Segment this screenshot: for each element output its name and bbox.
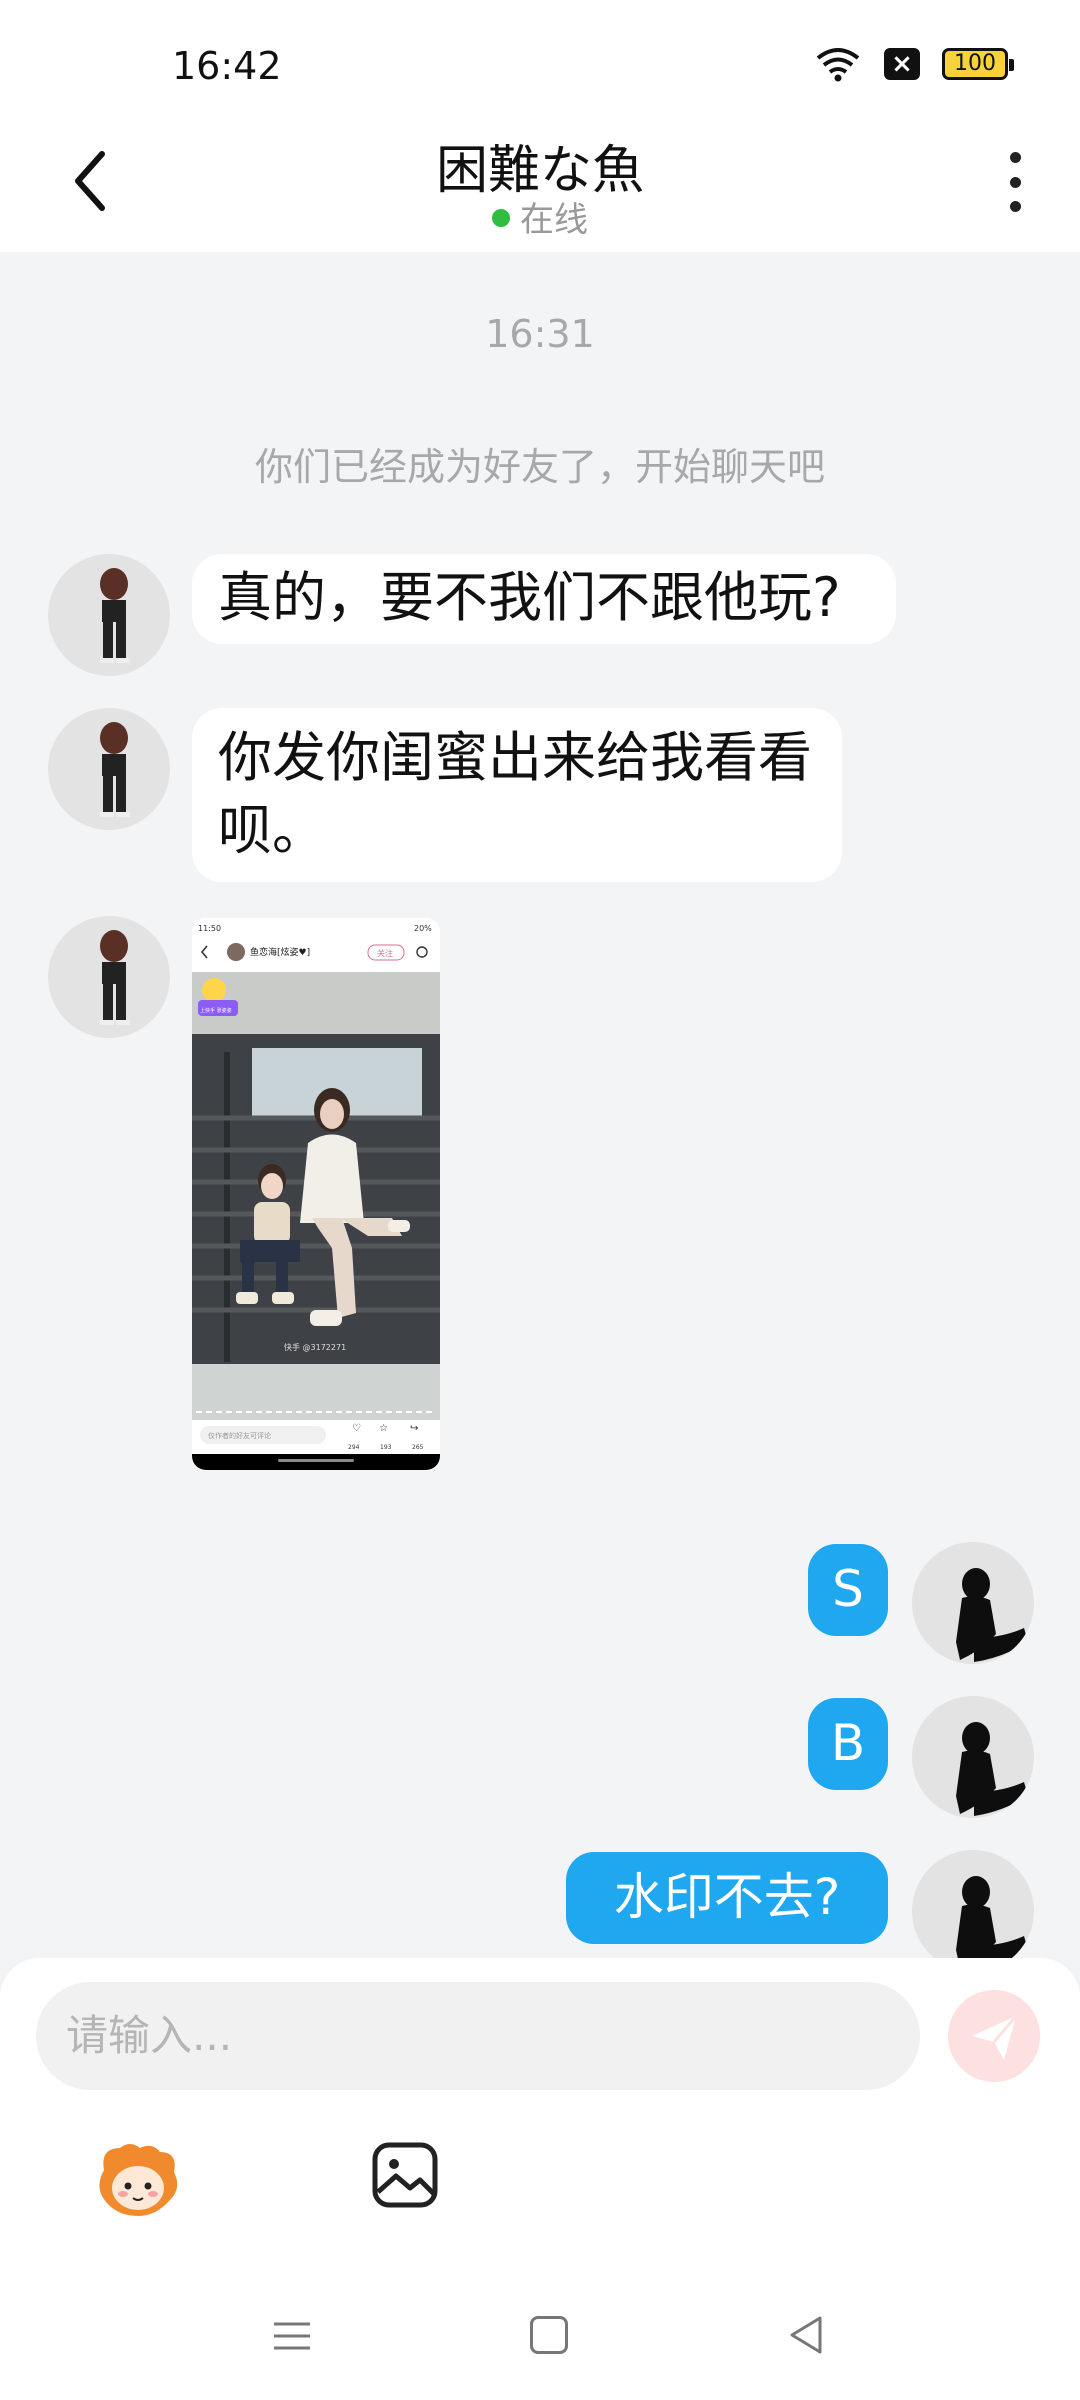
more-icon[interactable] <box>1000 152 1030 212</box>
status-icons: × 100 <box>814 46 1014 82</box>
screenshot-watermark: 快手 @3172271 <box>284 1342 346 1352</box>
status-time: 16:42 <box>172 44 282 88</box>
header-area: 16:42 × 100 困難な魚 在线 <box>0 0 1080 252</box>
image-message[interactable]: 11:50 20% 鱼恋海[炫姿♥] 关注 上快手 涨姿姿 快手 @317227… <box>192 918 440 1470</box>
image-icon[interactable] <box>370 2140 440 2210</box>
menu-icon[interactable] <box>272 2316 312 2356</box>
avatar-silhouette-icon <box>956 1876 1028 1970</box>
outgoing-message-bubble[interactable]: B <box>808 1698 888 1790</box>
screenshot-stars: 193 <box>380 1444 392 1451</box>
my-avatar[interactable] <box>912 1850 1034 1972</box>
send-icon[interactable] <box>948 1990 1040 2082</box>
online-status: 在线 <box>0 192 1080 241</box>
svg-text:☆: ☆ <box>379 1423 388 1434</box>
screenshot-status-time: 11:50 <box>198 924 221 933</box>
screenshot-sticker: 上快手 涨姿姿 <box>200 1007 232 1014</box>
my-avatar[interactable] <box>912 1542 1034 1664</box>
svg-text:↪: ↪ <box>410 1423 418 1434</box>
contact-avatar[interactable] <box>48 554 170 676</box>
screenshot-battery: 20% <box>414 924 432 933</box>
emoji-icon[interactable] <box>90 2140 186 2220</box>
avatar-silhouette-icon <box>956 1568 1028 1662</box>
outgoing-message-bubble[interactable]: 水印不去? <box>566 1852 888 1944</box>
screenshot-comment-placeholder: 仅作者的好友可评论 <box>208 1431 271 1440</box>
avatar-figure-icon <box>100 568 130 663</box>
online-dot-icon <box>492 209 510 227</box>
sim-off-icon: × <box>884 48 920 80</box>
online-status-label: 在线 <box>520 200 588 240</box>
wifi-icon <box>816 48 860 82</box>
avatar-figure-icon <box>100 722 130 817</box>
outgoing-message-bubble[interactable]: S <box>808 1544 888 1636</box>
my-avatar[interactable] <box>912 1696 1034 1818</box>
avatar-figure-icon <box>100 930 130 1025</box>
screenshot-follow-button: 关注 <box>377 948 393 958</box>
avatar-silhouette-icon <box>956 1722 1028 1816</box>
system-message: 你们已经成为好友了，开始聊天吧 <box>254 445 825 489</box>
contact-avatar[interactable] <box>48 916 170 1038</box>
chat-time-label: 16:31 <box>485 312 595 356</box>
screenshot-username: 鱼恋海[炫姿♥] <box>250 946 310 958</box>
svg-text:♡: ♡ <box>352 1423 361 1434</box>
screenshot-image: 11:50 20% 鱼恋海[炫姿♥] 关注 上快手 涨姿姿 快手 @317227… <box>192 918 440 1470</box>
incoming-message-bubble[interactable]: 真的，要不我们不跟他玩? <box>192 554 896 644</box>
battery-indicator: 100 <box>942 48 1014 80</box>
nav-back-icon[interactable] <box>786 2314 826 2356</box>
screenshot-likes: 294 <box>348 1444 360 1451</box>
contact-avatar[interactable] <box>48 708 170 830</box>
incoming-message-bubble[interactable]: 你发你闺蜜出来给我看看呗。 <box>192 708 842 882</box>
screenshot-shares: 265 <box>412 1444 424 1451</box>
message-input[interactable]: 请输入... <box>36 1982 920 2090</box>
home-icon[interactable] <box>530 2316 568 2354</box>
